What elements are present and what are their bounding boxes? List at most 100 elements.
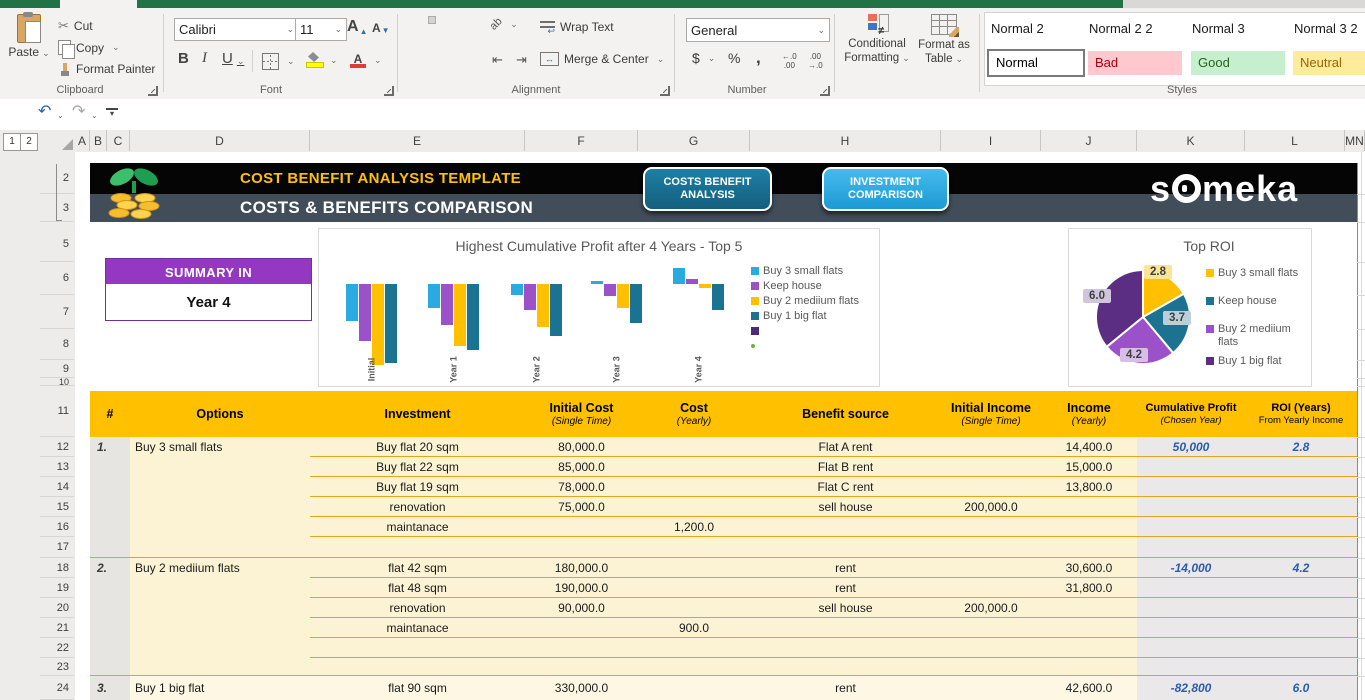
table-cell-benefit[interactable]: rent [750, 558, 941, 578]
table-cell-investment[interactable] [310, 537, 525, 558]
row-header-19[interactable]: 19 [40, 578, 74, 598]
table-cell-investment[interactable]: renovation [310, 598, 525, 618]
underline-button[interactable]: U [222, 50, 244, 67]
table-cell-investment[interactable]: flat 42 sqm [310, 558, 525, 578]
increase-decimal-button[interactable]: ←.0.00 [782, 52, 797, 70]
table-cell-cost_yearly[interactable] [638, 676, 750, 700]
copy-button[interactable]: Copy [58, 40, 120, 55]
table-cell-num[interactable] [90, 517, 130, 537]
table-cell-income_yearly[interactable] [1041, 658, 1137, 676]
table-cell-roi[interactable]: 4.2 [1245, 558, 1357, 578]
table-cell-roi[interactable]: 6.0 [1245, 676, 1357, 700]
table-cell-income_yearly[interactable] [1041, 618, 1137, 638]
column-header-H[interactable]: H [750, 130, 941, 151]
table-cell-initial_cost[interactable]: 330,000.0 [525, 676, 638, 700]
clipboard-dialog-launcher[interactable] [148, 86, 158, 96]
table-cell-roi[interactable] [1245, 477, 1357, 497]
table-cell-roi[interactable]: 2.8 [1245, 437, 1357, 457]
table-cell-investment[interactable] [310, 638, 525, 658]
table-cell-initial_cost[interactable] [525, 658, 638, 676]
decrease-indent-button[interactable] [492, 52, 503, 68]
font-name-combobox[interactable]: Calibri⌄ [174, 18, 299, 41]
number-dialog-launcher[interactable] [820, 86, 830, 96]
table-cell-investment[interactable]: Buy flat 20 sqm [310, 437, 525, 457]
row-header-12[interactable]: 12 [40, 437, 74, 457]
table-cell-option[interactable] [130, 537, 310, 558]
table-cell-roi[interactable] [1245, 497, 1357, 517]
row-header-22[interactable]: 22 [40, 638, 74, 658]
paste-button[interactable]: Paste [8, 14, 50, 59]
table-cell-option[interactable]: Buy 2 mediium flats [130, 558, 310, 578]
table-cell-roi[interactable] [1245, 618, 1357, 638]
table-cell-benefit[interactable] [750, 658, 941, 676]
format-as-table-button[interactable]: Format as Table [912, 14, 976, 66]
table-cell-cumulative_profit[interactable] [1137, 477, 1245, 497]
table-cell-income_yearly[interactable]: 42,600.0 [1041, 676, 1137, 700]
redo-button[interactable]: ↷ [72, 104, 85, 120]
row-header-10[interactable]: 10 [40, 378, 74, 386]
table-cell-initial_income[interactable] [941, 477, 1041, 497]
table-cell-cost_yearly[interactable]: 900.0 [638, 618, 750, 638]
table-cell-initial_cost[interactable]: 180,000.0 [525, 558, 638, 578]
column-header-I[interactable]: I [941, 130, 1041, 151]
table-cell-initial_income[interactable] [941, 457, 1041, 477]
table-cell-initial_cost[interactable] [525, 537, 638, 558]
align-right-button[interactable] [452, 48, 460, 56]
column-header-G[interactable]: G [638, 130, 750, 151]
table-cell-benefit[interactable] [750, 638, 941, 658]
table-cell-benefit[interactable] [750, 618, 941, 638]
table-cell-option[interactable]: Buy 1 big flat [130, 676, 310, 700]
table-cell-cost_yearly[interactable] [638, 537, 750, 558]
style-normal-2[interactable]: Normal 2 [991, 21, 1044, 36]
table-cell-num[interactable] [90, 618, 130, 638]
table-cell-income_yearly[interactable] [1041, 517, 1137, 537]
table-cell-initial_cost[interactable]: 78,000.0 [525, 477, 638, 497]
table-cell-cost_yearly[interactable]: 1,200.0 [638, 517, 750, 537]
table-cell-cost_yearly[interactable] [638, 598, 750, 618]
table-cell-benefit[interactable]: sell house [750, 497, 941, 517]
bar-chart-panel[interactable]: Highest Cumulative Profit after 4 Years … [318, 228, 880, 387]
qat-customize-button[interactable]: ▾ [106, 108, 118, 117]
table-cell-roi[interactable] [1245, 517, 1357, 537]
style-good[interactable]: Good [1191, 51, 1285, 75]
table-cell-option[interactable] [130, 517, 310, 537]
table-cell-income_yearly[interactable]: 15,000.0 [1041, 457, 1137, 477]
outline-level-2-button[interactable]: 2 [20, 133, 38, 151]
accounting-format-button[interactable]: $ [692, 50, 715, 66]
table-cell-cumulative_profit[interactable] [1137, 618, 1245, 638]
column-header-L[interactable]: L [1245, 130, 1345, 151]
table-cell-initial_income[interactable]: 200,000.0 [941, 497, 1041, 517]
fill-color-button[interactable] [306, 52, 338, 68]
table-cell-initial_cost[interactable]: 190,000.0 [525, 578, 638, 598]
percent-style-button[interactable]: % [728, 50, 740, 66]
row-header-13[interactable]: 13 [40, 457, 74, 477]
summary-year-cell[interactable]: Year 4 [105, 284, 312, 321]
align-top-button[interactable] [404, 16, 412, 24]
column-header-F[interactable]: F [525, 130, 638, 151]
ribbon-active-tab-strip[interactable] [60, 0, 137, 8]
table-cell-num[interactable]: 2. [90, 558, 130, 578]
table-cell-income_yearly[interactable]: 14,400.0 [1041, 437, 1137, 457]
table-cell-initial_cost[interactable]: 90,000.0 [525, 598, 638, 618]
table-cell-investment[interactable]: flat 48 sqm [310, 578, 525, 598]
table-cell-cumulative_profit[interactable] [1137, 457, 1245, 477]
comma-style-button[interactable]: , [756, 48, 761, 68]
table-cell-initial_cost[interactable]: 75,000.0 [525, 497, 638, 517]
row-header-2[interactable]: 2 [40, 163, 74, 194]
style-bad[interactable]: Bad [1088, 51, 1182, 75]
undo-dropdown[interactable]: ⌄ [57, 111, 64, 120]
table-cell-roi[interactable] [1245, 578, 1357, 598]
table-cell-investment[interactable] [310, 658, 525, 676]
table-cell-num[interactable]: 1. [90, 437, 130, 457]
table-cell-option[interactable] [130, 658, 310, 676]
table-cell-cumulative_profit[interactable] [1137, 578, 1245, 598]
row-header-21[interactable]: 21 [40, 618, 74, 638]
table-cell-benefit[interactable]: Flat A rent [750, 437, 941, 457]
table-cell-initial_cost[interactable] [525, 638, 638, 658]
wrap-text-button[interactable]: Wrap Text [540, 20, 614, 34]
row-header-20[interactable]: 20 [40, 598, 74, 618]
table-cell-income_yearly[interactable] [1041, 598, 1137, 618]
table-cell-initial_cost[interactable]: 80,000.0 [525, 437, 638, 457]
table-cell-initial_income[interactable] [941, 537, 1041, 558]
table-cell-investment[interactable]: Buy flat 19 sqm [310, 477, 525, 497]
